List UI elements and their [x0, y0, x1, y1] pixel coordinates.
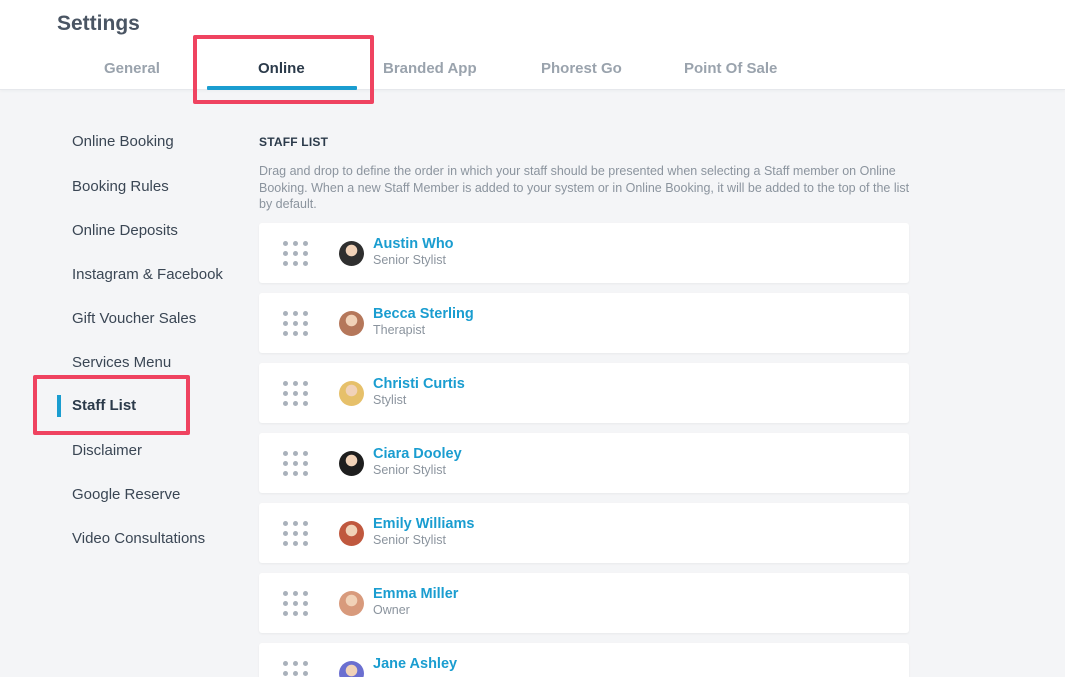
staff-role: Senior Stylist [373, 533, 446, 547]
active-sidebar-indicator [57, 395, 61, 417]
sidebar-item-staff-list[interactable]: Staff List [72, 397, 136, 414]
sidebar-item-disclaimer[interactable]: Disclaimer [72, 442, 142, 459]
sidebar-item-video-consultations[interactable]: Video Consultations [72, 530, 205, 547]
staff-role: Owner [373, 603, 410, 617]
staff-card[interactable]: Emma Miller Owner [259, 573, 909, 633]
staff-card[interactable]: Jane Ashley [259, 643, 909, 677]
staff-avatar [339, 661, 364, 677]
drag-handle-icon[interactable] [283, 521, 311, 547]
sidebar-item-booking-rules[interactable]: Booking Rules [72, 178, 169, 195]
sidebar-item-services-menu[interactable]: Services Menu [72, 354, 171, 371]
tab-phorest-go[interactable]: Phorest Go [541, 60, 622, 77]
sidebar-item-instagram-facebook[interactable]: Instagram & Facebook [72, 266, 223, 283]
staff-role: Therapist [373, 323, 426, 337]
staff-avatar [339, 591, 364, 616]
staff-avatar [339, 311, 364, 336]
staff-avatar [339, 451, 364, 476]
tab-branded-app[interactable]: Branded App [383, 60, 477, 77]
staff-name[interactable]: Christi Curtis [373, 376, 465, 392]
tab-point-of-sale[interactable]: Point Of Sale [684, 60, 777, 77]
active-tab-underline [207, 86, 357, 90]
tab-general[interactable]: General [104, 60, 160, 77]
staff-role: Senior Stylist [373, 253, 446, 267]
sidebar-item-online-booking[interactable]: Online Booking [72, 133, 174, 150]
drag-handle-icon[interactable] [283, 381, 311, 407]
staff-name[interactable]: Emma Miller [373, 586, 458, 602]
staff-card[interactable]: Austin Who Senior Stylist [259, 223, 909, 283]
staff-avatar [339, 241, 364, 266]
staff-name[interactable]: Jane Ashley [373, 656, 457, 672]
staff-card[interactable]: Christi Curtis Stylist [259, 363, 909, 423]
settings-header: Settings General Online Branded App Phor… [0, 0, 1065, 90]
staff-avatar [339, 381, 364, 406]
sidebar-item-gift-voucher-sales[interactable]: Gift Voucher Sales [72, 310, 196, 327]
page-title: Settings [57, 12, 140, 35]
staff-name[interactable]: Emily Williams [373, 516, 474, 532]
sidebar-item-google-reserve[interactable]: Google Reserve [72, 486, 180, 503]
staff-role: Senior Stylist [373, 463, 446, 477]
staff-name[interactable]: Becca Sterling [373, 306, 474, 322]
staff-role: Stylist [373, 393, 407, 407]
drag-handle-icon[interactable] [283, 451, 311, 477]
sidebar-item-online-deposits[interactable]: Online Deposits [72, 222, 178, 239]
staff-card[interactable]: Becca Sterling Therapist [259, 293, 909, 353]
staff-card[interactable]: Emily Williams Senior Stylist [259, 503, 909, 563]
staff-avatar [339, 521, 364, 546]
drag-handle-icon[interactable] [283, 591, 311, 617]
drag-handle-icon[interactable] [283, 661, 311, 677]
tab-online[interactable]: Online [258, 60, 305, 77]
staff-name[interactable]: Ciara Dooley [373, 446, 462, 462]
section-title: STAFF LIST [259, 135, 329, 149]
drag-handle-icon[interactable] [283, 241, 311, 267]
staff-name[interactable]: Austin Who [373, 236, 454, 252]
section-description: Drag and drop to define the order in whi… [259, 164, 910, 211]
staff-card[interactable]: Ciara Dooley Senior Stylist [259, 433, 909, 493]
drag-handle-icon[interactable] [283, 311, 311, 337]
